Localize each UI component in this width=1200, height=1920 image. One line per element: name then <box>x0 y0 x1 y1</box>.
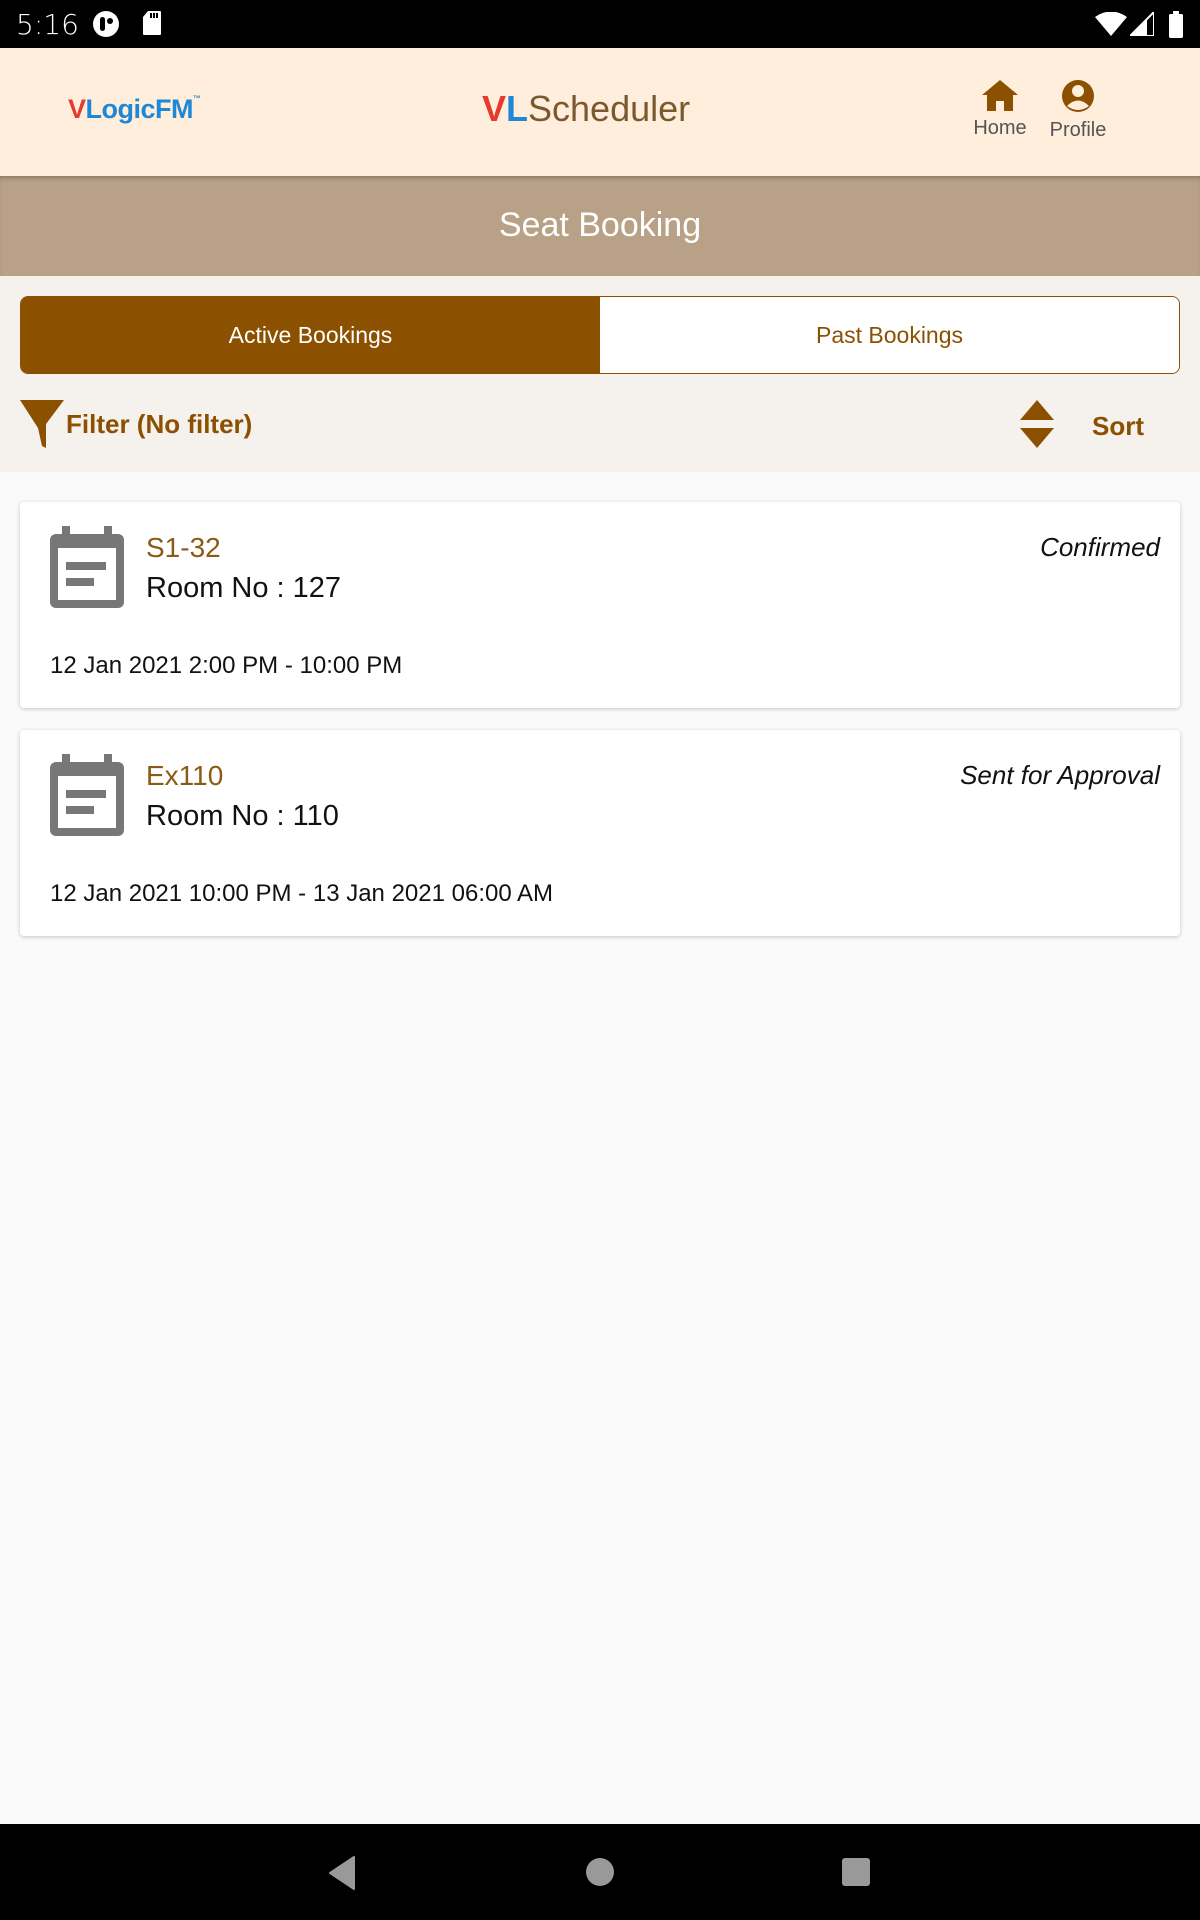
room-number: Room No : 127 <box>146 572 342 604</box>
status-bar: 5:16 <box>0 0 1200 48</box>
booking-card[interactable]: S1-32 Room No : 127 Confirmed 12 Jan 202… <box>20 502 1180 708</box>
pie-notification-icon <box>92 10 120 43</box>
tab-past-bookings[interactable]: Past Bookings <box>600 297 1179 373</box>
profile-icon <box>1060 80 1096 118</box>
sort-button[interactable]: Sort <box>1020 400 1144 453</box>
vlscheduler-logo: VLScheduler <box>482 88 690 130</box>
toolbar-area: Active Bookings Past Bookings Filter (No… <box>0 276 1200 472</box>
logo-v: V <box>68 94 86 124</box>
calendar-icon <box>50 754 124 841</box>
booking-status: Confirmed <box>1040 532 1160 562</box>
booking-status: Sent for Approval <box>960 760 1160 790</box>
calendar-icon <box>50 526 124 613</box>
wifi-icon <box>1095 11 1127 41</box>
recents-icon[interactable] <box>841 1857 871 1892</box>
room-number: Room No : 110 <box>146 800 339 832</box>
logo-tm: ™ <box>193 94 201 103</box>
profile-button[interactable]: Profile <box>1043 78 1113 142</box>
home-circle-icon[interactable] <box>585 1857 615 1892</box>
home-label: Home <box>973 117 1027 139</box>
system-nav-bar <box>0 1824 1200 1920</box>
home-icon <box>980 80 1020 116</box>
sd-card-icon <box>142 10 162 41</box>
page-title-bar: Seat Booking <box>0 176 1200 276</box>
booking-card[interactable]: Ex110 Room No : 110 Sent for Approval 12… <box>20 730 1180 936</box>
logo-v: V <box>482 88 507 129</box>
logo-scheduler-text: Scheduler <box>528 88 691 129</box>
logo-text: LogicFM <box>85 94 194 124</box>
vlogicfm-logo: VLogicFM™ <box>68 94 201 125</box>
tab-active-bookings[interactable]: Active Bookings <box>21 297 600 373</box>
page-title: Seat Booking <box>498 206 702 244</box>
filter-button[interactable]: Filter (No filter) <box>20 400 252 453</box>
profile-label: Profile <box>1049 119 1107 141</box>
booking-tabs: Active Bookings Past Bookings <box>20 296 1180 374</box>
battery-icon <box>1168 11 1184 43</box>
home-button[interactable]: Home <box>965 78 1035 140</box>
seat-name: S1-32 <box>146 532 221 563</box>
booking-time: 12 Jan 2021 10:00 PM - 13 Jan 2021 06:00… <box>50 880 554 907</box>
sort-updown-icon <box>1020 400 1054 453</box>
status-time: 5:16 <box>16 8 79 41</box>
seat-name: Ex110 <box>146 760 224 791</box>
logo-l: L <box>506 88 529 129</box>
sort-label: Sort <box>1092 411 1144 441</box>
funnel-icon <box>20 400 64 453</box>
cellular-signal-icon <box>1127 9 1155 41</box>
back-icon[interactable] <box>328 1856 356 1895</box>
app-header: VLogicFM™ VLScheduler Home Profile <box>0 48 1200 176</box>
booking-time: 12 Jan 2021 2:00 PM - 10:00 PM <box>50 652 403 679</box>
filter-label: Filter (No filter) <box>66 409 253 439</box>
